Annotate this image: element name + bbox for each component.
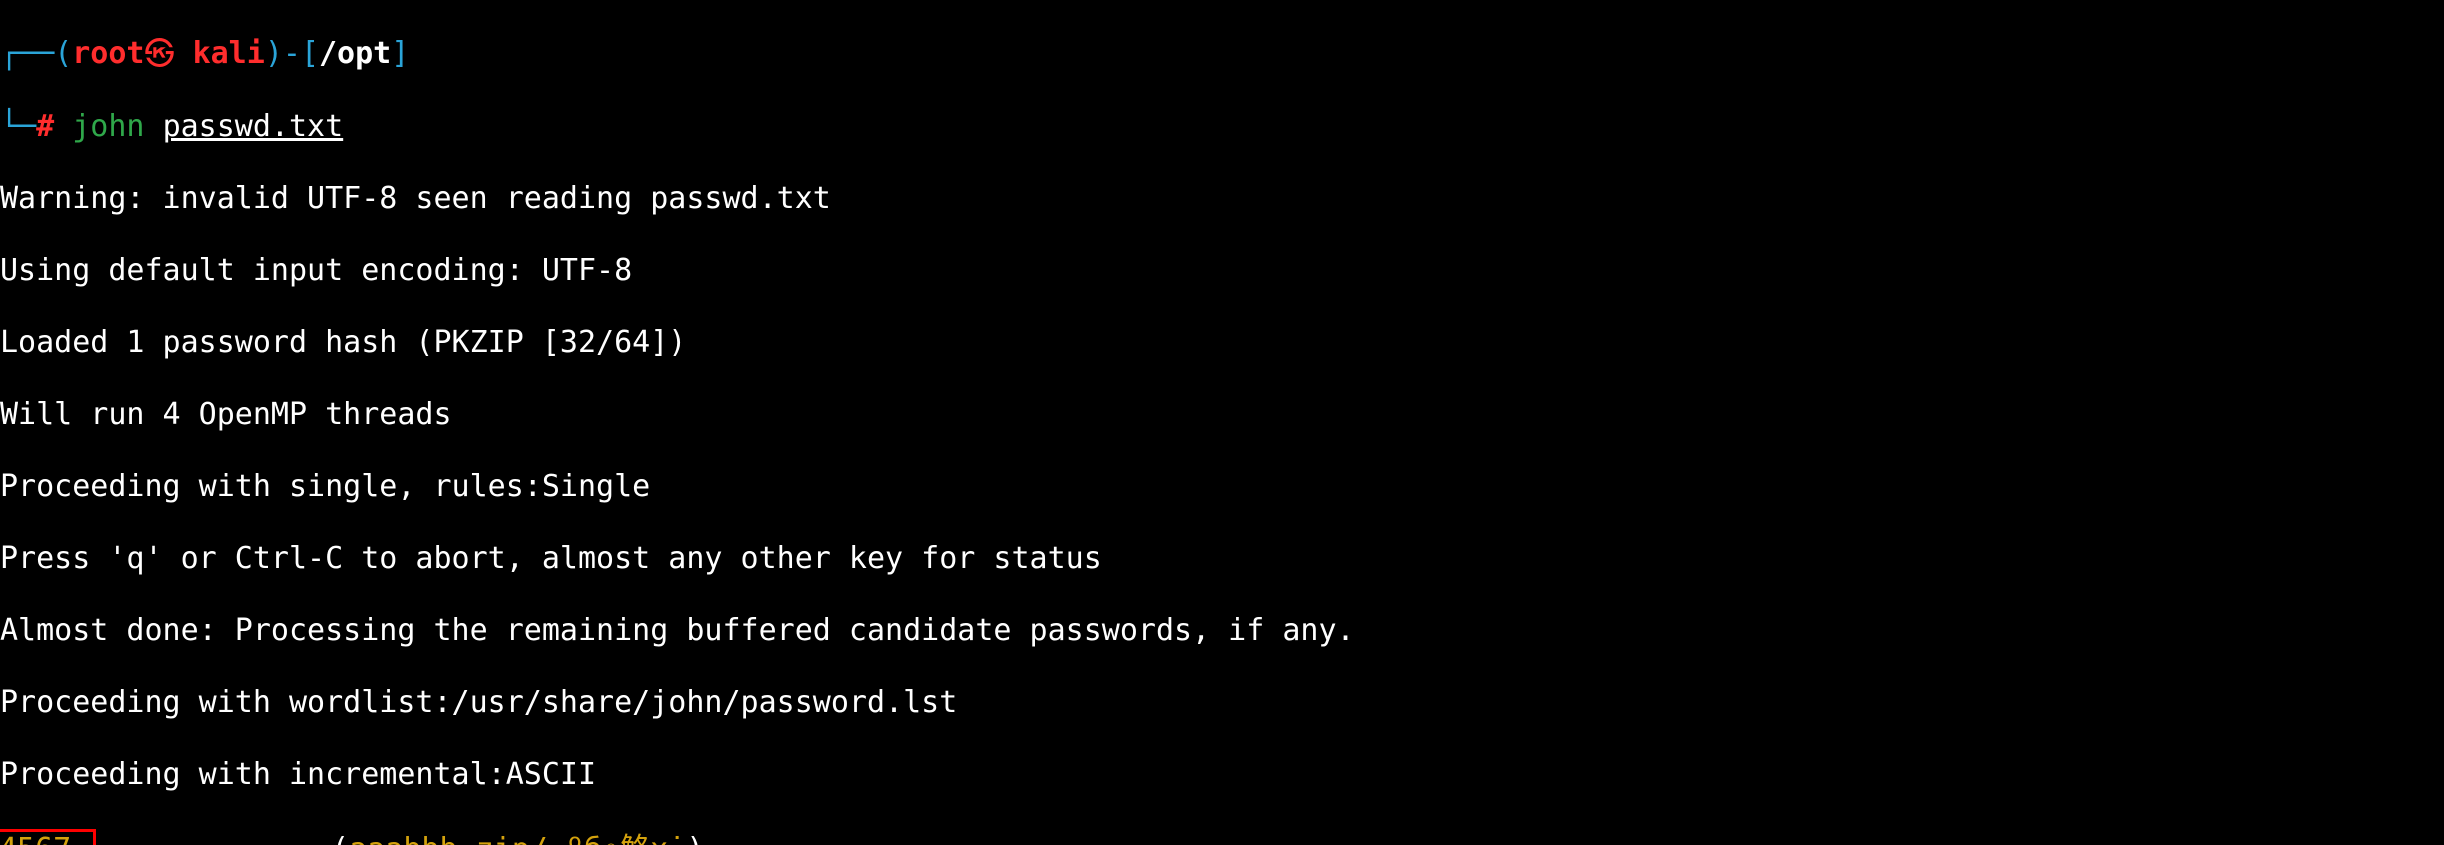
output-line: Proceeding with incremental:ASCII — [0, 757, 2444, 793]
output-line: Will run 4 OpenMP threads — [0, 397, 2444, 433]
output-line: Using default input encoding: UTF-8 — [0, 253, 2444, 289]
paren-open: ( — [54, 36, 72, 71]
cracked-password: 4567 — [0, 832, 71, 845]
command-name: john — [72, 109, 144, 144]
prompt-user: root — [72, 36, 144, 71]
output-line: Loaded 1 password hash (PKZIP [32/64]) — [0, 325, 2444, 361]
tree-top-icon: ┌── — [0, 36, 54, 71]
highlight-box: 4567 — [0, 829, 96, 845]
bracket-open: [ — [301, 36, 319, 71]
paren-close: ) — [686, 832, 704, 845]
bracket-close: ] — [391, 36, 409, 71]
command-arg: passwd.txt — [163, 109, 344, 144]
skull-icon: ㉿ — [145, 37, 175, 73]
output-line: Almost done: Processing the remaining bu… — [0, 613, 2444, 649]
terminal-output[interactable]: ┌──(root㉿ kali)-[/opt] └─# john passwd.t… — [0, 0, 2444, 845]
output-line: Warning: invalid UTF-8 seen reading pass… — [0, 181, 2444, 217]
output-line: Press 'q' or Ctrl-C to abort, almost any… — [0, 541, 2444, 577]
tree-bottom-icon: └─ — [0, 109, 36, 144]
paren-close: ) — [265, 36, 283, 71]
output-line: Proceeding with single, rules:Single — [0, 469, 2444, 505]
spacer — [96, 832, 331, 845]
cracked-file: aaabbb.zip/~ºб◦鮗x˙ — [349, 832, 686, 845]
prompt-hash: # — [36, 109, 54, 144]
prompt-line-2: └─# john passwd.txt — [0, 109, 2444, 145]
output-line: Proceeding with wordlist:/usr/share/john… — [0, 685, 2444, 721]
paren-open: ( — [331, 832, 349, 845]
cracked-password-line: 4567 (aaabbb.zip/~ºб◦鮗x˙) — [0, 829, 2444, 845]
prompt-line-1: ┌──(root㉿ kali)-[/opt] — [0, 36, 2444, 73]
prompt-host: kali — [175, 36, 265, 71]
prompt-sep: - — [283, 36, 301, 71]
prompt-path: /opt — [319, 36, 391, 71]
